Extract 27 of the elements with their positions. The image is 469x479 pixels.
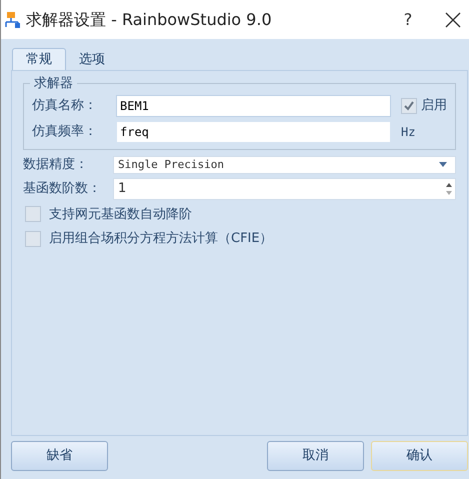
dialog-button[interactable]: 缺省 [11, 441, 108, 471]
unit-label: Hz [401, 124, 416, 141]
close-icon[interactable] [445, 12, 461, 28]
input-field[interactable]: freq [116, 121, 391, 143]
help-button[interactable]: ? [393, 8, 423, 32]
checkbox-label: 支持网元基函数自动降阶 [49, 206, 192, 224]
field-label: 仿真名称： [32, 97, 98, 116]
dropdown-arrow-icon [439, 162, 447, 168]
field-label: 数据精度： [23, 156, 89, 174]
checkmark-icon [403, 100, 415, 112]
spinner-arrows-icon [446, 182, 452, 196]
checkbox-label: 启用组合场积分方程方法计算（CFIE） [49, 230, 273, 248]
tab[interactable]: 选项 [66, 50, 118, 70]
input-field[interactable]: BEM1 [116, 95, 391, 117]
field-label: 基函数阶数： [23, 180, 102, 198]
network-icon [4, 10, 22, 28]
dialog-button[interactable]: 确认 [371, 441, 468, 471]
dialog-button[interactable]: 取消 [267, 441, 364, 471]
field-label: 仿真频率： [32, 123, 98, 142]
checkbox[interactable] [25, 230, 41, 247]
spin-box[interactable]: 1 [113, 178, 456, 200]
checkbox[interactable] [25, 206, 41, 222]
dropdown[interactable]: Single Precision [113, 156, 456, 174]
tab[interactable]: 常规 [12, 48, 66, 70]
checkbox-label: 启用 [421, 97, 447, 116]
checkbox[interactable] [401, 98, 417, 114]
window-title: 求解器设置 - RainbowStudio 9.0 [26, 8, 272, 30]
